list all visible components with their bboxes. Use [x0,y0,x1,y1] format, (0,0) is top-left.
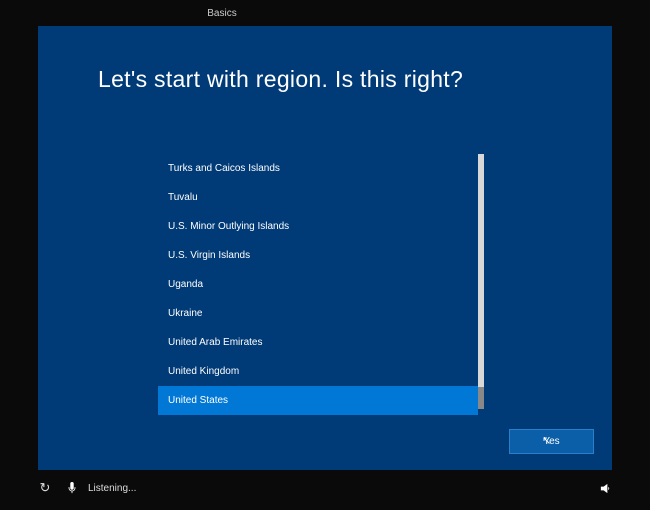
scrollbar-thumb[interactable] [478,387,484,409]
region-list[interactable]: Turks and Caicos IslandsTuvaluU.S. Minor… [158,154,478,415]
page-title: Let's start with region. Is this right? [98,66,582,93]
region-item[interactable]: Tuvalu [158,183,478,212]
scrollbar-track[interactable] [478,154,484,409]
region-item[interactable]: Uganda [158,270,478,299]
bottom-bar: ↻ Listening... [38,476,612,500]
ease-of-access-icon[interactable]: ↻ [38,481,52,495]
volume-icon[interactable] [598,481,612,495]
region-item[interactable]: Turks and Caicos Islands [158,154,478,183]
cortana-status: Listening... [88,483,136,494]
main-pane: Let's start with region. Is this right? … [38,26,612,470]
cursor-icon: ↖ [542,434,551,447]
microphone-icon[interactable] [66,482,78,494]
region-item[interactable]: United Arab Emirates [158,328,478,357]
region-item[interactable]: U.S. Virgin Islands [158,241,478,270]
yes-button[interactable]: ↖ Yes [509,429,594,454]
tab-basics[interactable]: Basics [172,8,272,24]
region-item[interactable]: United States [158,386,478,415]
region-list-container: Turks and Caicos IslandsTuvaluU.S. Minor… [158,154,478,414]
region-item[interactable]: United Kingdom [158,357,478,386]
region-item[interactable]: U.S. Minor Outlying Islands [158,212,478,241]
region-item[interactable]: Ukraine [158,299,478,328]
